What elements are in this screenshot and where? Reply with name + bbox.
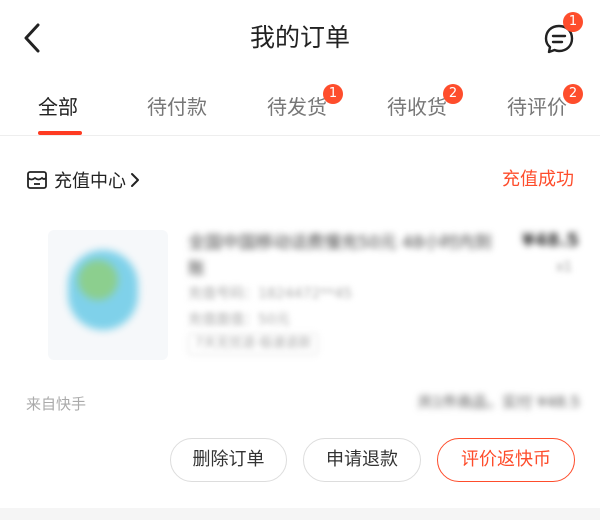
product-quantity: x1 — [556, 260, 572, 275]
tab-pending-payment[interactable]: 待付款 — [147, 90, 207, 124]
tab-pending-receipt[interactable]: 待收货 — [387, 90, 447, 124]
chevron-right-icon — [131, 173, 139, 187]
order-status: 充值成功 — [502, 169, 574, 190]
active-tab-indicator — [38, 131, 82, 135]
product-meta-value: 充值面值：50元 — [188, 312, 290, 328]
review-reward-button[interactable]: 评价返快币 — [437, 438, 575, 482]
order-card[interactable]: 充值中心 充值成功 全国中国移动话费慢充50元 48小时内到账 ¥48.5 x1… — [0, 150, 600, 506]
delete-order-button[interactable]: 删除订单 — [170, 438, 287, 482]
order-source: 来自快手 — [26, 395, 87, 413]
product-meta-phone: 充值号码：1824472**45 — [188, 286, 353, 302]
product-service-tag: 7天无忧退·极速退款 — [188, 333, 319, 355]
top-nav-bar: 我的订单 1 — [0, 0, 600, 78]
message-badge: 1 — [563, 12, 583, 32]
tab-pending-shipment[interactable]: 待发货 — [267, 90, 327, 124]
product-title[interactable]: 全国中国移动话费慢充50元 48小时内到账 — [188, 230, 498, 282]
product-price: ¥48.5 — [522, 230, 579, 251]
page-title: 我的订单 — [249, 23, 350, 52]
store-icon — [27, 171, 47, 189]
request-refund-button[interactable]: 申请退款 — [303, 438, 421, 482]
pending-receipt-badge: 2 — [443, 84, 463, 104]
bottom-divider — [0, 508, 600, 520]
order-total: 共1件商品，实付 ¥48.5 — [417, 393, 580, 411]
tab-pending-review[interactable]: 待评价 — [507, 90, 567, 124]
pending-shipment-badge: 1 — [323, 84, 343, 104]
section-divider — [0, 137, 600, 149]
shop-link[interactable]: 充值中心 — [26, 165, 140, 195]
tab-all[interactable]: 全部 — [38, 90, 78, 124]
shop-name: 充值中心 — [54, 171, 126, 192]
pending-review-badge: 2 — [563, 84, 583, 104]
order-tabs: 全部 待付款 待发货 1 待收货 2 待评价 2 — [0, 78, 600, 136]
product-image[interactable] — [48, 230, 168, 360]
